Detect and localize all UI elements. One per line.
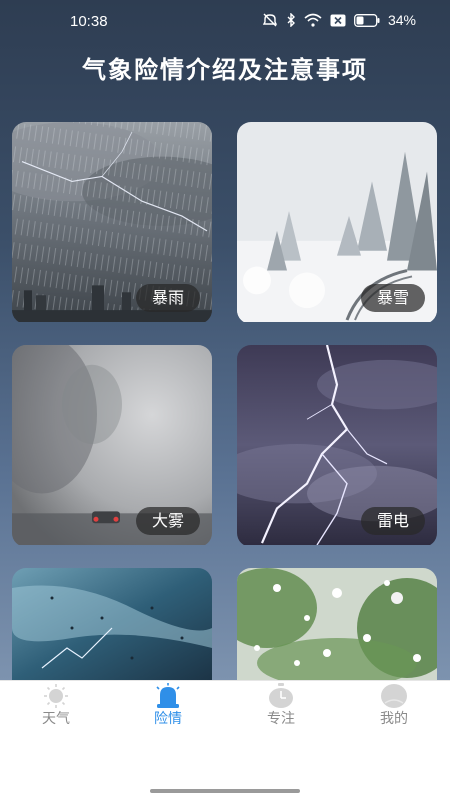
card-label-lightning: 雷电 [361,507,425,535]
siren-icon [156,683,180,708]
page-title: 气象险情介绍及注意事项 [82,56,368,84]
home-indicator[interactable] [150,789,300,793]
nav-label-weather: 天气 [42,711,70,727]
nav-label-profile: 我的 [380,711,408,727]
profile-icon [381,684,407,708]
nav-item-weather[interactable]: 天气 [0,681,112,741]
battery-percent: 34% [387,12,416,28]
wifi-icon [304,13,322,27]
bottom-nav: 天气 险情 专注 我的 [0,680,450,800]
sim-x-icon [330,14,346,26]
card-label-snowstorm: 暴雪 [361,284,425,312]
storm-sea-image [12,568,212,680]
card-label-fog: 大雾 [136,507,200,535]
nav-item-hazards[interactable]: 险情 [112,681,224,741]
hail-image [237,568,437,680]
nav-label-focus: 专注 [267,711,295,727]
screen: 10:38 34% 气象险情介绍及注意事项 暴雨 暴雪 大雾 雷电 天气 险情 … [0,0,450,800]
card-rainstorm[interactable]: 暴雨 [12,122,212,324]
mute-icon [262,13,278,27]
status-bar: 10:38 34% [0,0,450,44]
nav-label-hazards: 险情 [154,711,182,727]
card-label-rainstorm: 暴雨 [136,284,200,312]
card-snowstorm[interactable]: 暴雪 [237,122,437,324]
bluetooth-icon [287,13,295,27]
battery-icon [354,13,380,27]
sun-icon [44,684,68,708]
card-hail[interactable] [237,568,437,680]
timer-icon [269,683,293,708]
card-fog[interactable]: 大雾 [12,345,212,547]
status-icons: 34% [262,12,416,28]
nav-item-focus[interactable]: 专注 [225,681,337,741]
card-storm-sea[interactable] [12,568,212,680]
card-lightning[interactable]: 雷电 [237,345,437,547]
nav-item-profile[interactable]: 我的 [338,681,450,741]
status-time: 10:38 [70,13,108,30]
